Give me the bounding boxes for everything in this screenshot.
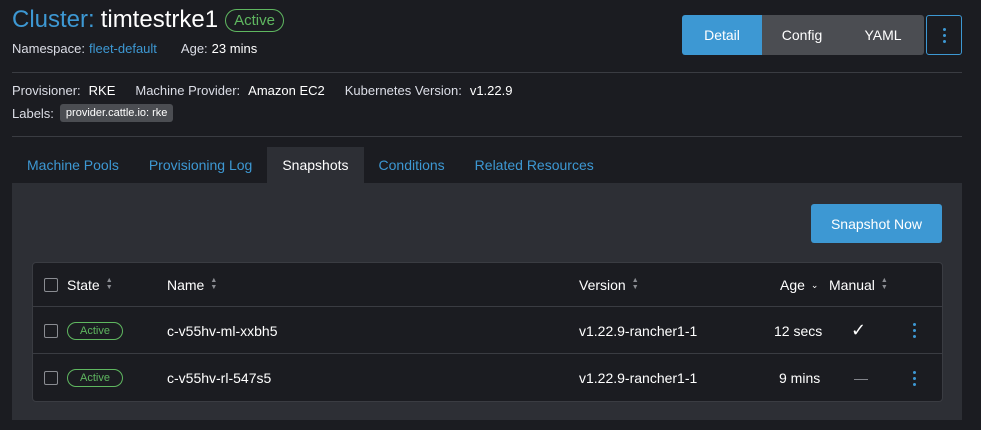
tab-provisioning-log[interactable]: Provisioning Log <box>134 147 268 183</box>
tab-machine-pools[interactable]: Machine Pools <box>12 147 134 183</box>
row-actions-button[interactable] <box>913 355 916 401</box>
cluster-name: timtestrke1 <box>100 6 219 33</box>
state-column-header[interactable]: State ▲ ▼ <box>67 263 113 306</box>
snapshot-age: 12 secs <box>774 322 823 339</box>
table-row[interactable]: Active c-v55hv-rl-547s5 v1.22.9-rancher1… <box>33 355 942 401</box>
snapshot-now-button[interactable]: Snapshot Now <box>811 204 942 243</box>
row-actions-button[interactable] <box>913 308 916 353</box>
sort-icon: ▲ ▼ <box>105 277 113 291</box>
snapshot-version: v1.22.9-rancher1-1 <box>579 370 698 386</box>
k8s-version-value: v1.22.9 <box>469 83 513 98</box>
divider <box>12 136 962 137</box>
tab-related-resources[interactable]: Related Resources <box>460 147 609 183</box>
select-all-checkbox[interactable] <box>44 277 58 292</box>
state-badge: Active <box>67 369 123 387</box>
cluster-meta: Namespace: fleet-default Age: 23 mins <box>12 41 257 56</box>
sort-icon: ▲ ▼ <box>210 277 218 291</box>
config-button[interactable]: Config <box>762 15 842 55</box>
view-switch: Detail Config YAML <box>682 15 924 55</box>
age-label: Age: <box>180 41 208 56</box>
age-column-header[interactable]: Age ⌄ <box>780 263 818 306</box>
row-checkbox[interactable] <box>44 323 58 338</box>
cluster-info: Provisioner: RKE Machine Provider: Amazo… <box>12 83 532 98</box>
snapshots-panel: Snapshot Now State ▲ ▼ Name ▲ ▼ Version ▲ ▼… <box>12 183 962 420</box>
snapshots-table: State ▲ ▼ Name ▲ ▼ Version ▲ ▼ Age ⌄ Manual… <box>32 262 943 402</box>
snapshot-name: c-v55hv-rl-547s5 <box>167 370 272 386</box>
tab-conditions[interactable]: Conditions <box>364 147 460 183</box>
manual-value: — <box>854 370 868 386</box>
kebab-icon <box>942 27 946 43</box>
age-value: 23 mins <box>211 41 258 56</box>
tab-snapshots[interactable]: Snapshots <box>267 147 364 183</box>
labels-row: Labels: provider.cattle.io: rke <box>12 104 174 122</box>
sort-icon: ▲ ▼ <box>631 277 639 291</box>
status-badge: Active <box>225 8 284 32</box>
snapshot-version: v1.22.9-rancher1-1 <box>579 322 698 339</box>
yaml-button[interactable]: YAML <box>842 15 924 55</box>
provisioner-label: Provisioner: <box>12 83 81 98</box>
labels-label: Labels: <box>12 105 54 121</box>
kebab-icon <box>913 323 916 338</box>
divider <box>12 72 962 73</box>
namespace-link[interactable]: fleet-default <box>89 41 157 56</box>
detail-button[interactable]: Detail <box>682 15 762 55</box>
version-column-header[interactable]: Version ▲ ▼ <box>579 263 639 306</box>
sort-icon: ▲ ▼ <box>880 277 888 291</box>
tab-bar: Machine Pools Provisioning Log Snapshots… <box>12 147 609 183</box>
table-header: State ▲ ▼ Name ▲ ▼ Version ▲ ▼ Age ⌄ Manual… <box>33 263 942 307</box>
sort-desc-icon: ⌄ <box>810 279 819 290</box>
snapshot-age: 9 mins <box>779 370 821 386</box>
cluster-title: Cluster: timtestrke1 Active <box>12 6 284 34</box>
machine-provider-label: Machine Provider: <box>135 83 241 98</box>
cluster-title-prefix: Cluster: <box>12 6 95 33</box>
provisioner-value: RKE <box>88 83 116 98</box>
snapshot-name: c-v55hv-ml-xxbh5 <box>167 322 278 339</box>
machine-provider-value: Amazon EC2 <box>248 83 325 98</box>
name-column-header[interactable]: Name ▲ ▼ <box>167 263 217 306</box>
actions-menu-button[interactable] <box>926 15 962 55</box>
kebab-icon <box>913 370 916 386</box>
row-checkbox[interactable] <box>44 371 58 385</box>
label-tag: provider.cattle.io: rke <box>59 104 174 122</box>
check-icon: ✓ <box>851 320 867 340</box>
k8s-version-label: Kubernetes Version: <box>344 83 462 98</box>
state-badge: Active <box>67 321 123 340</box>
table-row[interactable]: Active c-v55hv-ml-xxbh5 v1.22.9-rancher1… <box>33 308 942 354</box>
manual-column-header[interactable]: Manual ▲ ▼ <box>829 263 888 306</box>
namespace-label: Namespace: <box>12 41 85 56</box>
